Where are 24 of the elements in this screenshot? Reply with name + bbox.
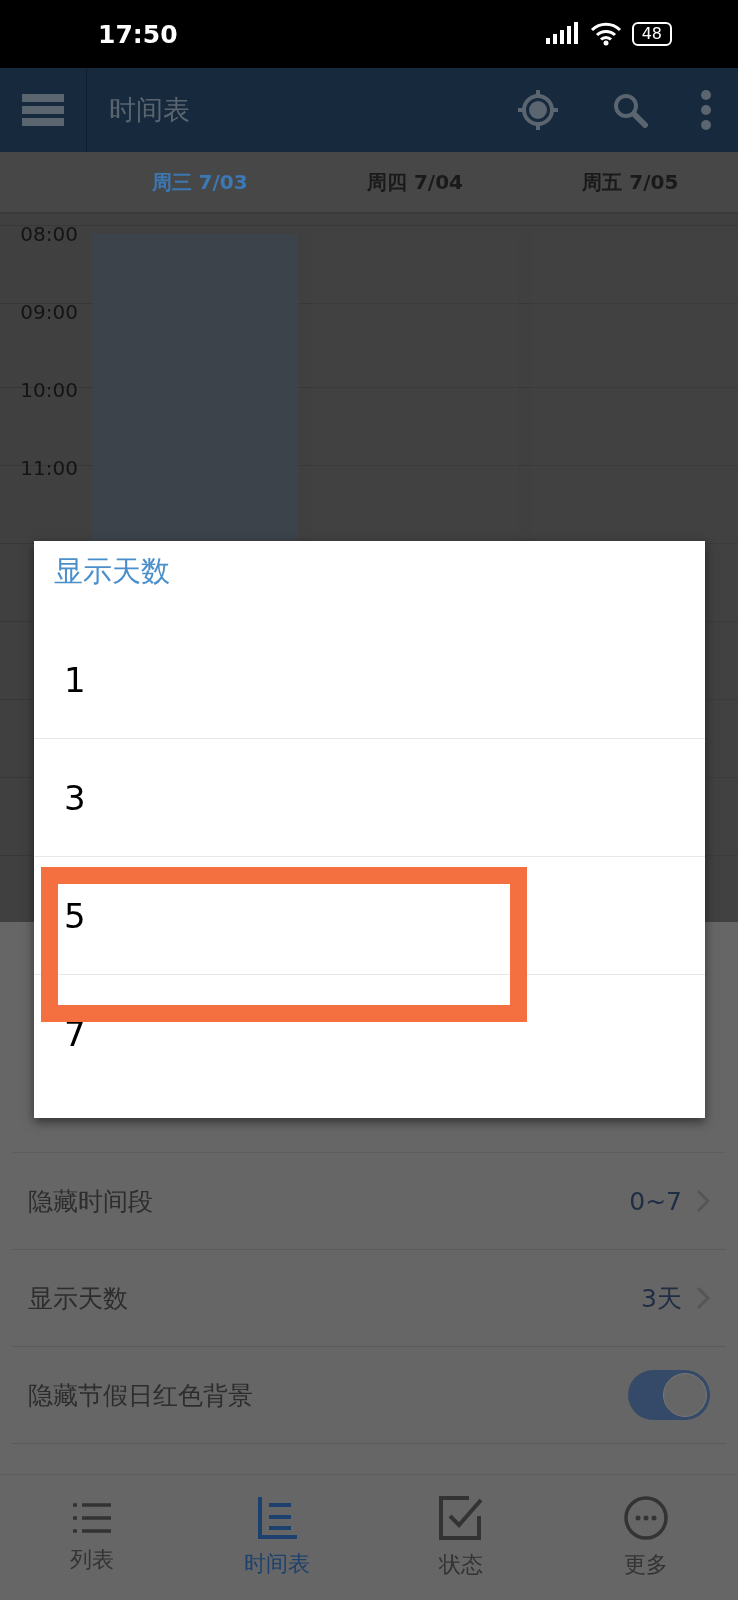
list-icon [73,1500,112,1535]
timeline-icon [256,1496,297,1539]
signal-icon [543,22,580,46]
search-icon[interactable] [612,92,648,128]
wifi-icon [589,22,622,46]
day-header[interactable]: 周三 7/03 [92,152,308,212]
status-time: 17:50 [98,19,178,49]
day-count-option[interactable]: 1 [34,621,705,739]
setting-value[interactable]: 3天 [641,1281,682,1315]
setting-label: 隐藏节假日红色背景 [28,1379,254,1412]
setting-label: 隐藏时间段 [28,1185,154,1218]
more-circle-icon [623,1495,668,1540]
battery-indicator: 48 [631,22,672,46]
location-icon[interactable] [516,88,560,132]
setting-label: 显示天数 [28,1282,129,1315]
day-count-option[interactable]: 3 [34,739,705,857]
dialog-title: 显示天数 [53,553,171,590]
more-icon[interactable] [700,89,712,131]
nav-tab[interactable]: 时间表 [184,1475,369,1600]
checkbox-icon [439,1495,484,1540]
menu-icon[interactable] [22,92,64,128]
day-count-option[interactable]: 5 [34,857,705,975]
toggle-switch[interactable] [628,1370,710,1420]
setting-value[interactable]: 0~7 [629,1186,682,1216]
